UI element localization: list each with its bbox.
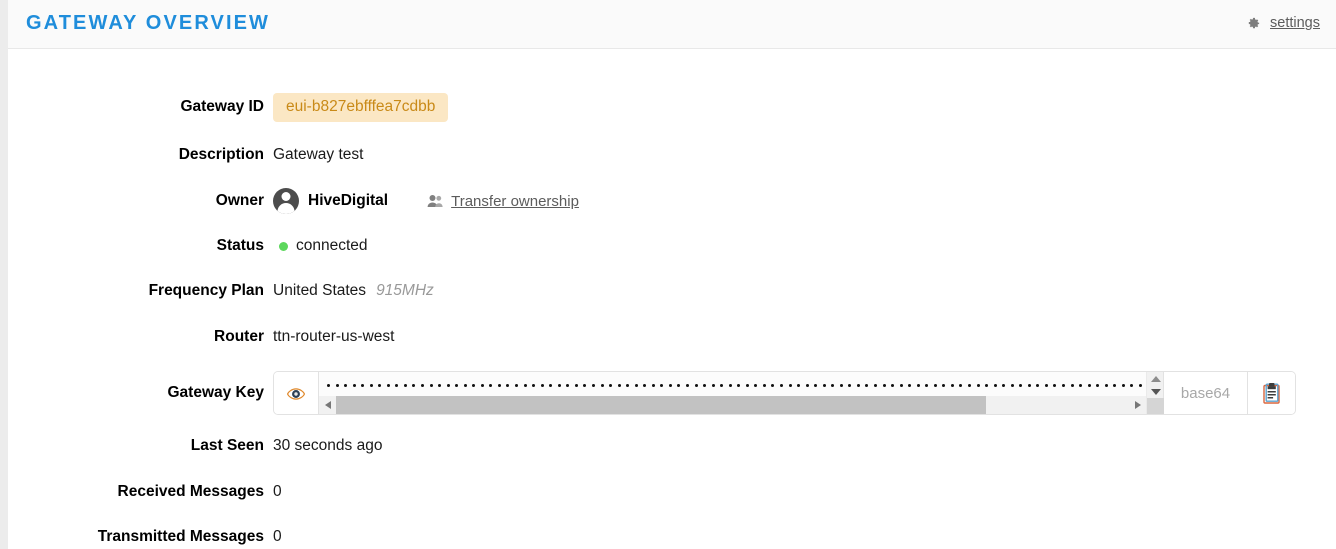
hscroll-thumb[interactable] [336,396,987,414]
status-label: Status [216,237,264,254]
scroll-up-arrow-icon[interactable] [1147,372,1164,385]
gateway-key-vertical-scrollbar[interactable] [1146,372,1164,414]
clipboard-icon [1262,382,1281,404]
reveal-key-button[interactable] [274,372,319,414]
copy-key-button[interactable] [1247,372,1295,414]
left-gutter [0,0,8,549]
transmitted-messages-value: 0 [273,528,282,545]
row-description: Description Gateway test [8,143,1336,167]
gateway-id-value-wrap: eui-b827ebfffea7cdbb [273,92,449,122]
scroll-right-arrow-icon[interactable] [1129,396,1146,414]
hscroll-track[interactable] [336,396,1129,414]
gateway-id-label: Gateway ID [180,98,264,115]
row-gateway-id: Gateway ID eui-b827ebfffea7cdbb [8,90,1336,124]
settings-label[interactable]: settings [1270,15,1320,31]
owner-value-wrap: HiveDigital Transfer ownership [273,188,579,214]
scroll-left-arrow-icon[interactable] [319,396,336,414]
gateway-id-badge[interactable]: eui-b827ebfffea7cdbb [273,92,449,122]
row-last-seen: Last Seen 30 seconds ago [8,434,1336,458]
eye-icon [286,387,306,400]
gateway-key-value-wrap: base64 [273,371,1296,415]
gateway-details-panel: Gateway ID eui-b827ebfffea7cdbb Descript… [8,50,1336,549]
row-transmitted-messages: Transmitted Messages 0 [8,525,1336,549]
gateway-key-horizontal-scrollbar[interactable] [319,396,1146,414]
status-dot-icon [279,241,288,251]
page-header: Gateway Overview settings [8,0,1336,49]
avatar [273,188,299,214]
frequency-plan-band: 915MHz [376,282,434,299]
router-label: Router [214,328,264,345]
row-received-messages: Received Messages 0 [8,480,1336,504]
gateway-key-widget: base64 [273,371,1296,415]
gateway-key-format-label: base64 [1163,372,1247,414]
row-owner: Owner HiveDigital Transfer ownership [8,185,1336,217]
row-frequency-plan: Frequency Plan United States 915MHz [8,279,1336,303]
gateway-key-field[interactable] [319,372,1146,414]
last-seen-value: 30 seconds ago [273,437,383,454]
settings-link[interactable]: settings [1246,15,1320,31]
owner-label: Owner [215,192,264,209]
received-messages-label: Received Messages [117,483,264,500]
row-gateway-key: Gateway Key base64 [8,370,1336,416]
page-title: Gateway Overview [26,12,271,34]
gateway-key-masked-value [327,378,1146,392]
status-badge: connected [296,237,368,254]
transfer-ownership-link[interactable]: Transfer ownership [427,193,579,210]
last-seen-label: Last Seen [190,437,264,454]
frequency-plan-value-wrap: United States 915MHz [273,282,434,300]
owner-name: HiveDigital [308,192,389,209]
received-messages-value: 0 [273,483,282,500]
row-router: Router ttn-router-us-west [8,325,1336,349]
transfer-ownership-label[interactable]: Transfer ownership [451,193,579,210]
gear-icon [1246,16,1261,31]
router-value: ttn-router-us-west [273,328,395,345]
row-status: Status connected [8,234,1336,258]
description-label: Description [178,146,264,163]
description-value: Gateway test [273,146,364,163]
scroll-down-arrow-icon[interactable] [1147,385,1164,398]
gateway-key-label: Gateway Key [167,384,265,401]
vscroll-thumb[interactable] [1147,398,1164,414]
transmitted-messages-label: Transmitted Messages [97,528,264,545]
users-icon [427,194,443,208]
frequency-plan-label: Frequency Plan [148,282,264,299]
frequency-plan-region: United States [273,282,367,299]
status-value-wrap: connected [273,237,368,255]
